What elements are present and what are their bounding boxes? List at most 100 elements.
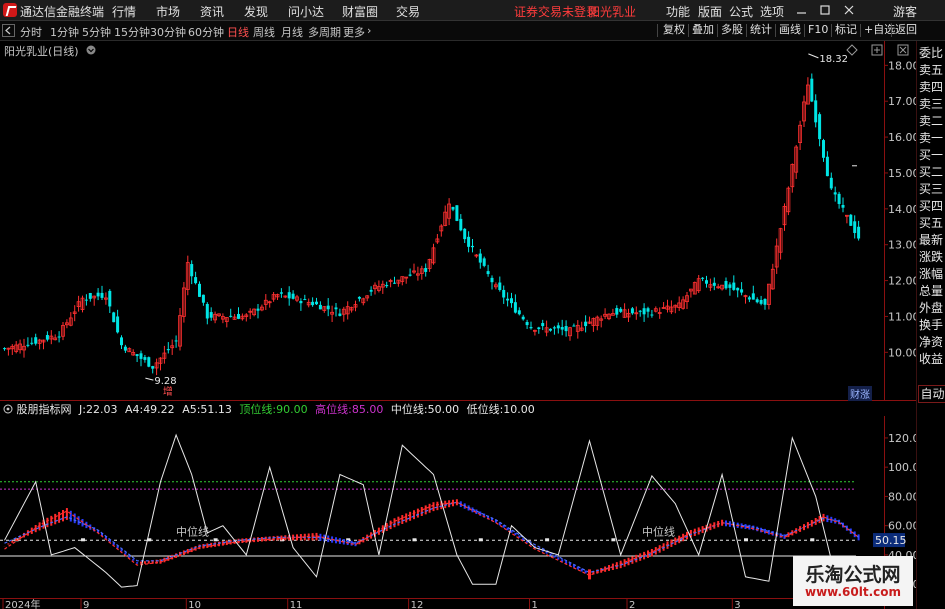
menu-item-market[interactable]: 行情 [112,3,136,20]
sidebar-item-outer-disc[interactable]: 外盘 [919,300,945,317]
app-logo-icon [3,3,17,17]
draw-line-button[interactable]: 画线 [776,23,804,37]
menu-item-wealth-circle[interactable]: 财富圈 [342,3,378,20]
back-icon[interactable] [2,24,16,37]
period-tab-weekly[interactable]: 周线 [253,24,275,40]
sidebar-item-latest[interactable]: 最新 [919,232,945,249]
chevron-right-icon[interactable]: › [367,24,371,37]
mark-button[interactable]: 标记 [832,23,860,37]
multi-stock-button[interactable]: 多股 [718,23,746,37]
candle [84,294,88,306]
candle-body [517,310,521,315]
indicator-item-a5: A5:51.13 [182,403,232,416]
period-tab-30min[interactable]: 30分钟 [150,24,186,40]
candle [439,224,444,237]
menu-item-ask[interactable]: 问小达 [288,3,324,20]
candle [591,317,596,332]
menu-item-function[interactable]: 功能 [666,3,690,20]
menu-item-trade[interactable]: 交易 [396,3,420,20]
sidebar-item-turnover[interactable]: 换手 [919,317,945,334]
midline-marker [412,538,417,542]
indicator-label: A4: [124,403,144,416]
maximize-icon[interactable] [820,5,830,15]
candle-body [755,299,759,303]
candle [147,356,151,368]
period-tab-intraday[interactable]: 分时 [20,24,42,40]
candle-body [490,277,494,283]
menu-item-options[interactable]: 选项 [760,3,784,20]
candle [76,295,81,312]
sidebar-item-change-pct[interactable]: 涨幅 [919,266,945,283]
candlestick-chart[interactable]: 10.00 11.00 12.00 13.00 14.00 15.00 16.00 17.00… [0,41,916,401]
sidebar-item-change[interactable]: 涨跌 [919,249,945,266]
candle [201,294,205,306]
candle [774,238,779,274]
menu-item-exchange[interactable]: 市场 [156,3,180,20]
sidebar-item-weibi[interactable]: 委比 [919,45,945,62]
indicator-chart[interactable]: 20.0040.0060.0080.00100.00120.00 中位线中位线5… [0,416,916,609]
candle [669,300,674,315]
menu-item-discover[interactable]: 发现 [244,3,268,20]
price-tick-label: 13.00 [888,239,916,252]
candle-body [198,283,201,297]
candle-body [291,293,295,299]
period-tab-daily[interactable]: 日线 [227,24,249,40]
sidebar-item-buy5[interactable]: 买五 [919,215,945,232]
candle [692,281,697,295]
statistics-button[interactable]: 统计 [747,23,775,37]
candle-body [630,308,634,314]
auto-button[interactable]: 自动 [918,385,945,403]
guest-user[interactable]: 游客 [893,3,917,20]
return-button[interactable]: 返回 [892,23,920,37]
sidebar-item-sell2[interactable]: 卖二 [919,113,945,130]
sidebar-item-buy1[interactable]: 买一 [919,147,945,164]
sidebar-item-sell3[interactable]: 卖三 [919,96,945,113]
sidebar-item-volume[interactable]: 总量 [919,283,945,300]
menu-item-news[interactable]: 资讯 [200,3,224,20]
login-notice[interactable]: 证券交易未登录 [514,3,598,20]
candle [541,319,545,331]
candle-body [810,78,814,102]
candle [490,275,494,290]
restore-rights-button[interactable]: 复权 [660,23,688,37]
candle [552,325,556,335]
candle-body [556,325,560,329]
sidebar-item-buy3[interactable]: 买三 [919,181,945,198]
menu-item-formula[interactable]: 公式 [729,3,753,20]
candle-body [147,357,151,367]
period-tab-more[interactable]: 更多 [343,24,365,40]
candle [529,321,533,330]
j-line [4,433,859,589]
sidebar-item-sell1[interactable]: 卖一 [919,130,945,147]
midline-label: 中位线 [176,524,209,538]
indicator-settings-icon[interactable] [3,404,13,414]
menu-item-layout[interactable]: 版面 [698,3,722,20]
candle [513,294,517,314]
period-tab-15min[interactable]: 15分钟 [114,24,150,40]
finance-tag[interactable]: 财涨 [848,386,872,401]
overlay-button[interactable]: 叠加 [689,23,717,37]
sidebar-item-earnings[interactable]: 收益 [919,351,945,368]
candle-series [3,73,861,376]
period-tab-1min[interactable]: 1分钟 [50,24,79,40]
period-tab-monthly[interactable]: 月线 [281,24,303,40]
period-toolbar: 分时 1分钟 5分钟 15分钟 30分钟 60分钟 日线 周线 月线 多周期 更… [0,21,945,41]
period-tab-multi[interactable]: 多周期 [308,24,341,40]
f10-button[interactable]: F10 [805,23,831,37]
period-tab-5min[interactable]: 5分钟 [82,24,111,40]
candle [595,315,600,331]
sidebar-item-buy4[interactable]: 买四 [919,198,945,215]
period-tab-60min[interactable]: 60分钟 [188,24,224,40]
sidebar-item-net-assets[interactable]: 净资 [919,334,945,351]
current-value-label: 50.15 [875,534,907,547]
indicator-label: 低位线: [466,403,504,416]
candle-body [3,348,6,350]
sidebar-item-buy2[interactable]: 买二 [919,164,945,181]
candle [708,278,713,292]
sidebar-item-sell4[interactable]: 卖四 [919,79,945,96]
sidebar-item-sell5[interactable]: 卖五 [919,62,945,79]
candle [471,238,474,253]
close-icon[interactable] [844,5,854,15]
indicator-item-a4: A4:49.22 [125,403,175,416]
candle [303,294,307,301]
